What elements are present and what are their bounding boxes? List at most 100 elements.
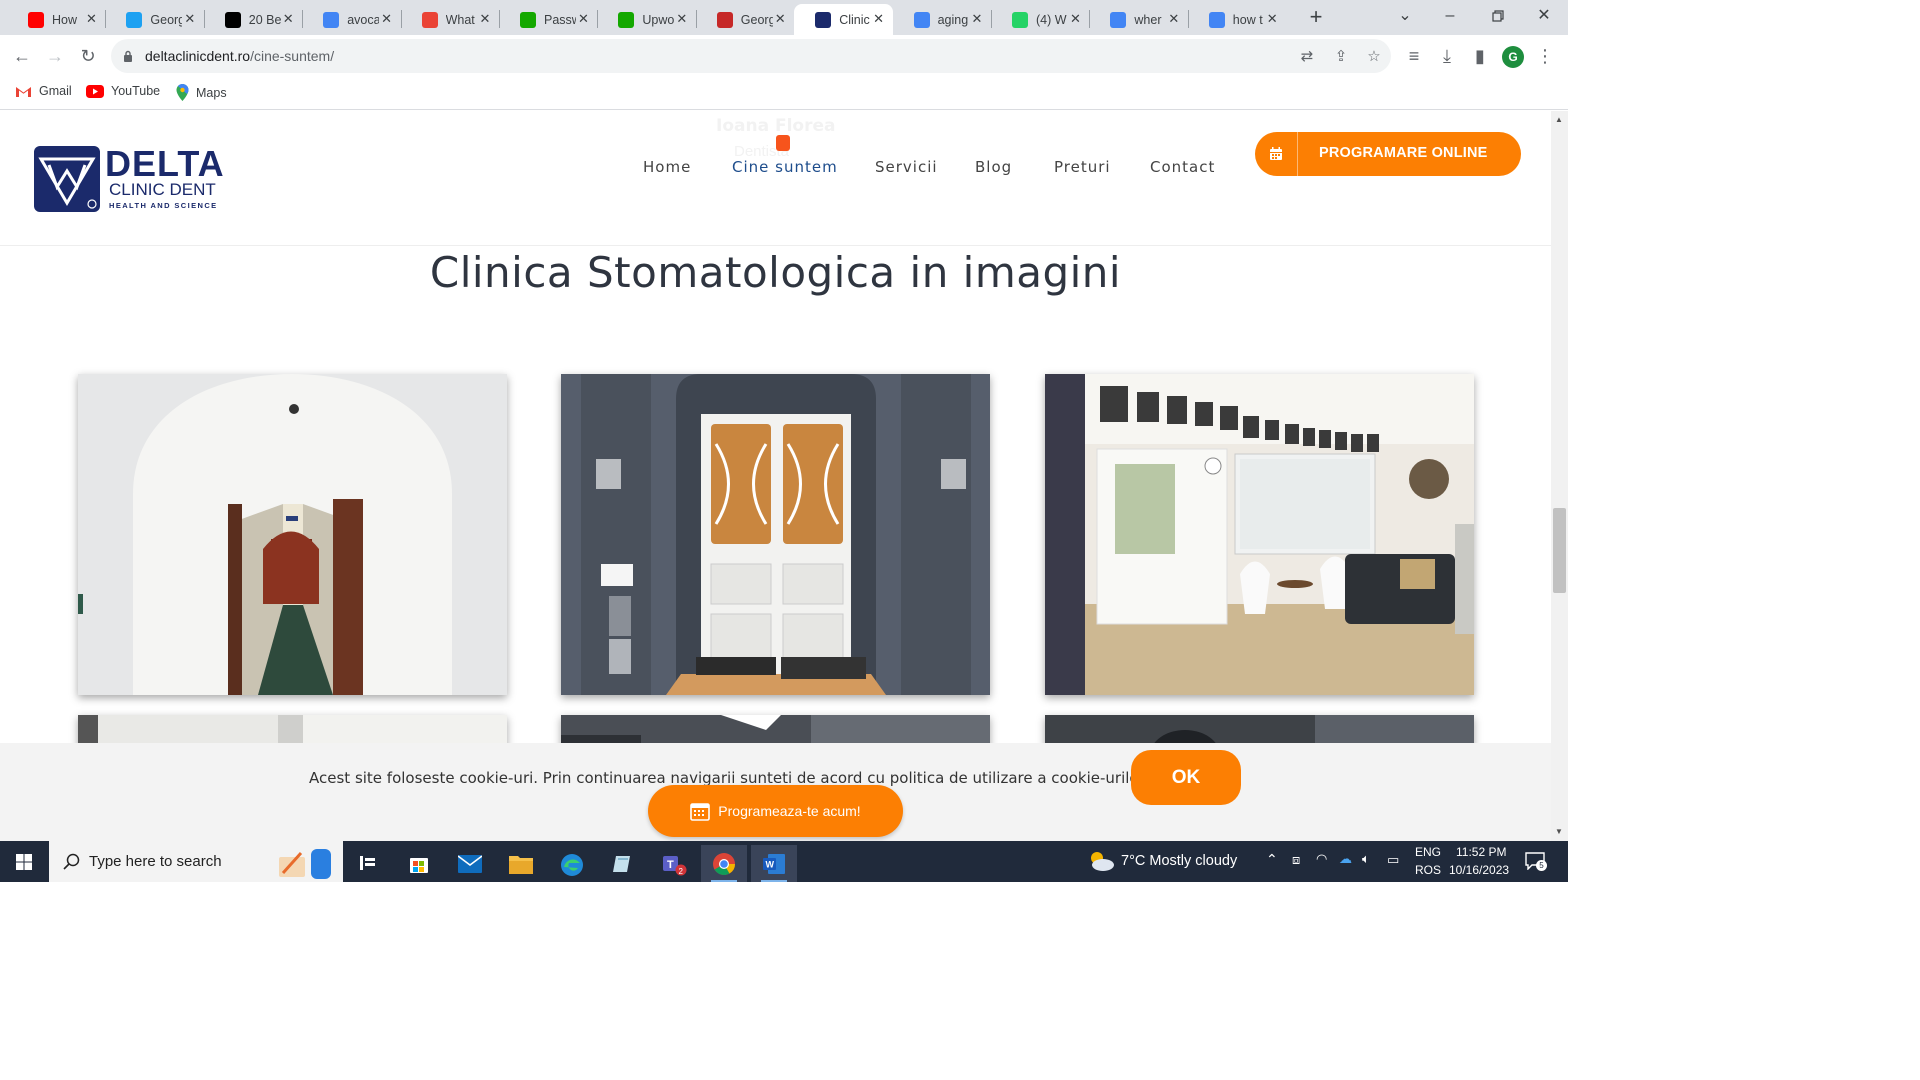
notes-app-icon[interactable] [600, 845, 646, 882]
close-tab-icon[interactable]: ✕ [1067, 11, 1083, 27]
share-icon[interactable]: ⇪ [1331, 47, 1351, 67]
bird-icon [126, 12, 143, 28]
forward-icon[interactable]: → [43, 44, 67, 68]
close-tab-icon[interactable]: ✕ [969, 11, 985, 27]
clock-time[interactable]: 11:52 PM [1456, 845, 1506, 859]
bookmark-maps[interactable]: Maps [176, 84, 227, 101]
gallery-photo-waiting-room[interactable] [1045, 374, 1474, 695]
cookie-ok-button[interactable]: OK [1131, 750, 1241, 805]
programare-online-button[interactable]: PROGRAMARE ONLINE [1255, 132, 1521, 176]
close-tab-icon[interactable]: ✕ [83, 11, 99, 27]
close-tab-icon[interactable]: ✕ [575, 11, 591, 27]
nav-preturi[interactable]: Preturi [1054, 158, 1111, 176]
onedrive-icon[interactable]: ☁ [1339, 851, 1352, 867]
chrome-icon[interactable] [701, 845, 747, 882]
start-button[interactable] [0, 841, 48, 882]
bookmark-gmail[interactable]: Gmail [15, 84, 72, 98]
show-hidden-icons[interactable]: ⌃ [1266, 851, 1278, 868]
weather-cloud-icon[interactable] [1087, 849, 1115, 873]
svg-text:T: T [667, 859, 674, 871]
close-window-icon[interactable]: ✕ [1531, 4, 1557, 28]
tab-title: Upwo [642, 13, 675, 27]
gallery-photo-hallway[interactable] [78, 374, 507, 695]
programare-online-label: PROGRAMARE ONLINE [1319, 145, 1488, 161]
browser-tab[interactable]: Georg ✕ [696, 4, 794, 35]
close-tab-icon[interactable]: ✕ [871, 11, 887, 27]
browser-tab[interactable]: wher ✕ [1089, 4, 1187, 35]
tab-search-icon[interactable]: ⌄ [1392, 4, 1418, 28]
browser-tab[interactable]: avoca ✕ [302, 4, 400, 35]
browser-tab[interactable]: aging ✕ [893, 4, 991, 35]
close-tab-icon[interactable]: ✕ [477, 11, 493, 27]
task-view-icon[interactable] [345, 845, 391, 882]
battery-icon[interactable]: ▭ [1387, 852, 1399, 868]
download-icon[interactable]: ⤓ [1435, 44, 1459, 68]
close-tab-icon[interactable]: ✕ [182, 11, 198, 27]
scroll-up-icon[interactable]: ▲ [1555, 115, 1563, 124]
browser-tab[interactable]: 20 Be ✕ [204, 4, 302, 35]
nav-home[interactable]: Home [643, 158, 691, 176]
volume-icon[interactable]: 🔈︎ [1362, 851, 1370, 867]
address-bar[interactable]: deltaclinicdent.ro/cine-suntem/ ⇄ ⇪ ☆ [111, 39, 1391, 73]
nav-cine-suntem[interactable]: Cine suntem [732, 158, 838, 176]
taskbar-search[interactable]: Type here to search [49, 841, 343, 882]
close-tab-icon[interactable]: ✕ [1264, 11, 1280, 27]
browser-tab[interactable]: how t ✕ [1188, 4, 1286, 35]
close-tab-icon[interactable]: ✕ [674, 11, 690, 27]
edge-icon[interactable] [549, 845, 595, 882]
menu-icon[interactable]: ⋮ [1533, 44, 1557, 68]
browser-tab[interactable]: What ✕ [401, 4, 499, 35]
word-icon[interactable]: W [751, 845, 797, 882]
language-top[interactable]: ENG [1415, 845, 1441, 859]
close-tab-icon[interactable]: ✕ [379, 11, 395, 27]
url-text[interactable]: deltaclinicdent.ro/cine-suntem/ [145, 48, 334, 64]
nav-contact[interactable]: Contact [1150, 158, 1215, 176]
minimize-icon[interactable]: – [1437, 4, 1463, 28]
tab-title: (4) W [1036, 13, 1067, 27]
mail-icon[interactable] [447, 845, 493, 882]
reload-icon[interactable]: ↻ [76, 44, 100, 68]
microsoft-store-icon[interactable] [396, 845, 442, 882]
clock-date[interactable]: 10/16/2023 [1449, 863, 1509, 877]
new-tab-button[interactable]: + [1304, 6, 1328, 30]
nav-servicii[interactable]: Servicii [875, 158, 938, 176]
bookmark-youtube[interactable]: YouTube [86, 84, 160, 98]
notifications-icon[interactable]: 5 [1525, 852, 1547, 871]
tab-title: avoca [347, 13, 380, 27]
language-bottom[interactable]: ROS [1415, 863, 1441, 877]
tab-separator [991, 10, 992, 28]
scroll-down-icon[interactable]: ▼ [1555, 827, 1563, 836]
google-icon [913, 12, 930, 28]
browser-tab[interactable]: (4) W ✕ [991, 4, 1089, 35]
site-header: DELTA CLINIC DENT HEALTH AND SCIENCE Ioa… [0, 111, 1551, 246]
lock-icon[interactable] [123, 50, 133, 62]
close-tab-icon[interactable]: ✕ [280, 11, 296, 27]
wifi-icon[interactable]: ◠ [1316, 851, 1327, 867]
side-panel-icon[interactable]: ▮ [1468, 44, 1492, 68]
teams-icon[interactable]: T2 [651, 845, 697, 882]
translate-icon[interactable]: ⇄ [1297, 47, 1317, 67]
scrollbar-thumb[interactable] [1553, 508, 1566, 593]
page-scrollbar[interactable]: ▲ ▼ [1551, 111, 1568, 841]
profile-avatar[interactable]: G [1502, 46, 1524, 68]
nav-blog[interactable]: Blog [975, 158, 1012, 176]
browser-tab[interactable]: How ✕ [7, 4, 105, 35]
browser-tab[interactable]: Passw✕ [499, 4, 597, 35]
reading-list-icon[interactable]: ≡ [1402, 44, 1426, 68]
site-logo[interactable]: DELTA CLINIC DENT HEALTH AND SCIENCE [33, 145, 233, 213]
close-tab-icon[interactable]: ✕ [1166, 11, 1182, 27]
weather-text[interactable]: 7°C Mostly cloudy [1121, 853, 1237, 869]
restore-icon[interactable] [1485, 4, 1511, 28]
browser-tab[interactable]: Clinic ✕ [794, 4, 893, 35]
file-explorer-icon[interactable] [498, 845, 544, 882]
browser-tab[interactable]: Upwo ✕ [597, 4, 695, 35]
camera-app-icon[interactable]: ⧈ [1292, 852, 1300, 868]
tab-title: 20 Be [248, 13, 281, 27]
back-icon[interactable]: ← [10, 44, 34, 68]
browser-tab[interactable]: Georg ✕ [105, 4, 203, 35]
bookmark-star-icon[interactable]: ☆ [1364, 47, 1384, 67]
tab-title: How [52, 13, 78, 27]
programeaza-te-button[interactable]: Programeaza-te acum! [648, 785, 903, 837]
gallery-photo-entrance-door[interactable] [561, 374, 990, 695]
close-tab-icon[interactable]: ✕ [772, 11, 788, 27]
